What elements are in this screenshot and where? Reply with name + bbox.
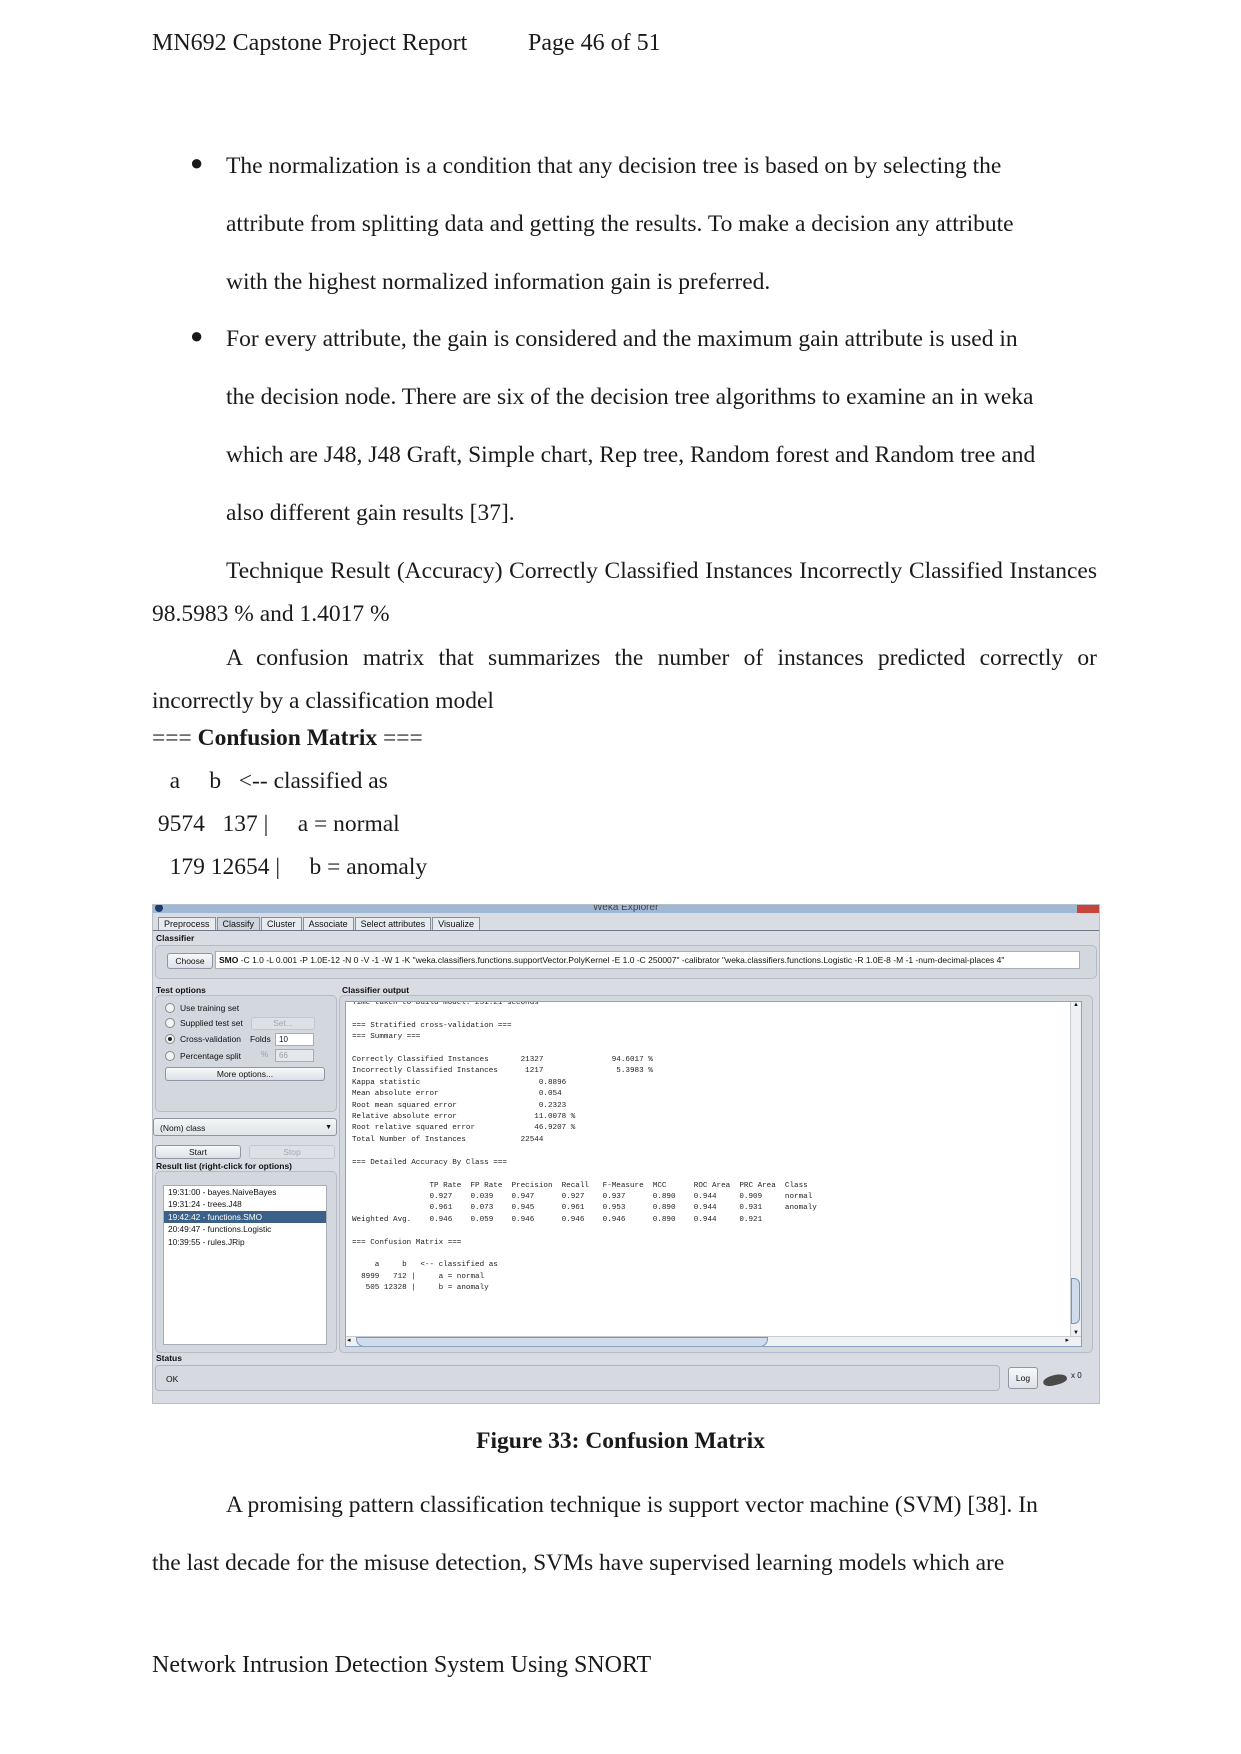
stop-button[interactable]: Stop	[249, 1145, 335, 1159]
tab-classify[interactable]: Classify	[216, 917, 261, 930]
scroll-left-icon[interactable]: ◂	[347, 1336, 351, 1344]
class-select-value: (Nom) class	[160, 1123, 206, 1133]
status-label: Status	[156, 1353, 182, 1363]
classifier-label: Classifier	[156, 933, 195, 943]
paragraph-line: the last decade for the misuse detection…	[152, 1550, 1005, 1576]
heading-prefix: ===	[152, 725, 198, 751]
radio-icon	[165, 1018, 175, 1028]
heading-suffix: ===	[377, 725, 423, 751]
option-label: Percentage split	[180, 1051, 241, 1061]
option-label: Use training set	[180, 1003, 240, 1013]
svm-paragraph: A promising pattern classification techn…	[152, 1476, 1097, 1592]
bullet-icon: ●	[190, 150, 204, 175]
bullet-line: also different gain results [37].	[226, 500, 515, 526]
weka-explorer-window: Weka Explorer Preprocess Classify Cluste…	[152, 904, 1100, 1404]
bullet-item: The normalization is a condition that an…	[226, 137, 1097, 311]
classifier-output-panel[interactable]: Time taken to build model: 251.21 second…	[345, 1001, 1082, 1347]
horizontal-scroll-thumb[interactable]	[356, 1337, 768, 1346]
percentage-split-option[interactable]: Percentage split	[165, 1051, 241, 1061]
classifier-output-text: Time taken to build model: 251.21 second…	[352, 1001, 817, 1293]
classifier-options: -C 1.0 -L 0.001 -P 1.0E-12 -N 0 -V -1 -W…	[238, 955, 1005, 965]
vertical-scrollbar[interactable]: ▲ ▼	[1070, 1002, 1081, 1346]
option-label: Supplied test set	[180, 1018, 243, 1028]
matrix-header-row: a b <-- classified as	[152, 768, 388, 794]
result-item[interactable]: 19:31:00 - bayes.NaiveBayes	[164, 1186, 326, 1198]
radio-icon	[165, 1051, 175, 1061]
confusion-matrix-heading: === Confusion Matrix ===	[152, 725, 423, 752]
paragraph-line: A promising pattern classification techn…	[226, 1492, 1038, 1518]
result-item[interactable]: 10:39:55 - rules.JRip	[164, 1236, 326, 1248]
test-options-label: Test options	[156, 985, 206, 995]
tab-select-attributes[interactable]: Select attributes	[354, 917, 432, 930]
result-item[interactable]: 20:49:47 - functions.Logistic	[164, 1223, 326, 1235]
bullet-line: with the highest normalized information …	[226, 269, 771, 295]
window-title: Weka Explorer	[593, 904, 659, 913]
radio-selected-icon	[165, 1034, 175, 1044]
choose-button[interactable]: Choose	[167, 953, 213, 969]
bullet-line: attribute from splitting data and gettin…	[226, 211, 1014, 237]
scroll-up-icon[interactable]: ▲	[1073, 1002, 1079, 1008]
task-count: x 0	[1071, 1371, 1082, 1380]
percent-input[interactable]: 66	[275, 1049, 314, 1062]
close-button[interactable]	[1077, 905, 1099, 913]
header-title: MN692 Capstone Project Report	[152, 30, 468, 56]
figure-caption: Figure 33: Confusion Matrix	[476, 1428, 765, 1454]
matrix-row-normal: 9574 137 | a = normal	[152, 811, 400, 837]
result-item[interactable]: 19:31:24 - trees.J48	[164, 1198, 326, 1210]
page-number: Page 46 of 51	[528, 30, 661, 56]
cross-validation-option[interactable]: Cross-validation Folds	[165, 1034, 271, 1044]
weka-bird-icon	[1042, 1372, 1068, 1388]
set-button[interactable]: Set...	[251, 1017, 315, 1030]
bullet-icon: ●	[190, 323, 204, 348]
classifier-output-label: Classifier output	[342, 985, 410, 995]
scroll-right-icon[interactable]: ▸	[1065, 1336, 1069, 1344]
result-list: 19:31:00 - bayes.NaiveBayes 19:31:24 - t…	[163, 1185, 327, 1345]
folds-input[interactable]: 10	[275, 1033, 314, 1046]
tab-divider	[153, 930, 1099, 931]
bullet-line: For every attribute, the gain is conside…	[226, 326, 1018, 352]
title-bar: Weka Explorer	[153, 905, 1099, 913]
option-label: Cross-validation	[180, 1034, 241, 1044]
use-training-set-option[interactable]: Use training set	[165, 1003, 239, 1013]
tab-associate[interactable]: Associate	[302, 917, 354, 930]
vertical-scroll-thumb[interactable]	[1071, 1278, 1080, 1324]
bullet-item: For every attribute, the gain is conside…	[226, 310, 1097, 542]
confusion-intro-paragraph: A confusion matrix that summarizes the n…	[152, 645, 1097, 714]
matrix-row-anomaly: 179 12654 | b = anomaly	[152, 854, 428, 880]
folds-label: Folds	[249, 1034, 271, 1044]
dropdown-arrow-icon: ▼	[325, 1124, 332, 1131]
tab-visualize[interactable]: Visualize	[432, 917, 480, 930]
heading-title: Confusion Matrix	[197, 725, 378, 751]
horizontal-scrollbar[interactable]: ◂ ▸	[346, 1336, 1081, 1346]
percent-sign: %	[261, 1050, 269, 1059]
bullet-line: The normalization is a condition that an…	[226, 153, 1002, 179]
result-list-label: Result list (right-click for options)	[156, 1161, 293, 1171]
footer-title: Network Intrusion Detection System Using…	[152, 1652, 652, 1678]
bullet-line: which are J48, J48 Graft, Simple chart, …	[226, 442, 1036, 468]
tab-bar: Preprocess Classify Cluster Associate Se…	[158, 917, 481, 930]
log-button[interactable]: Log	[1008, 1367, 1038, 1389]
class-select[interactable]: (Nom) class ▼	[153, 1118, 337, 1136]
supplied-test-set-option[interactable]: Supplied test set	[165, 1018, 243, 1028]
status-bar: OK	[155, 1365, 1000, 1391]
classifier-name: SMO	[219, 955, 239, 965]
tab-cluster[interactable]: Cluster	[261, 917, 302, 930]
start-button[interactable]: Start	[155, 1145, 241, 1159]
classifier-config-field[interactable]: SMO -C 1.0 -L 0.001 -P 1.0E-12 -N 0 -V -…	[215, 951, 1080, 969]
radio-icon	[165, 1003, 175, 1013]
result-item-selected[interactable]: 19:42:42 - functions.SMO	[164, 1210, 326, 1224]
bullet-line: the decision node. There are six of the …	[226, 384, 1034, 410]
more-options-button[interactable]: More options...	[165, 1067, 325, 1081]
tab-preprocess[interactable]: Preprocess	[158, 917, 216, 930]
technique-paragraph: Technique Result (Accuracy) Correctly Cl…	[152, 558, 1097, 627]
weka-logo-icon	[155, 905, 163, 912]
